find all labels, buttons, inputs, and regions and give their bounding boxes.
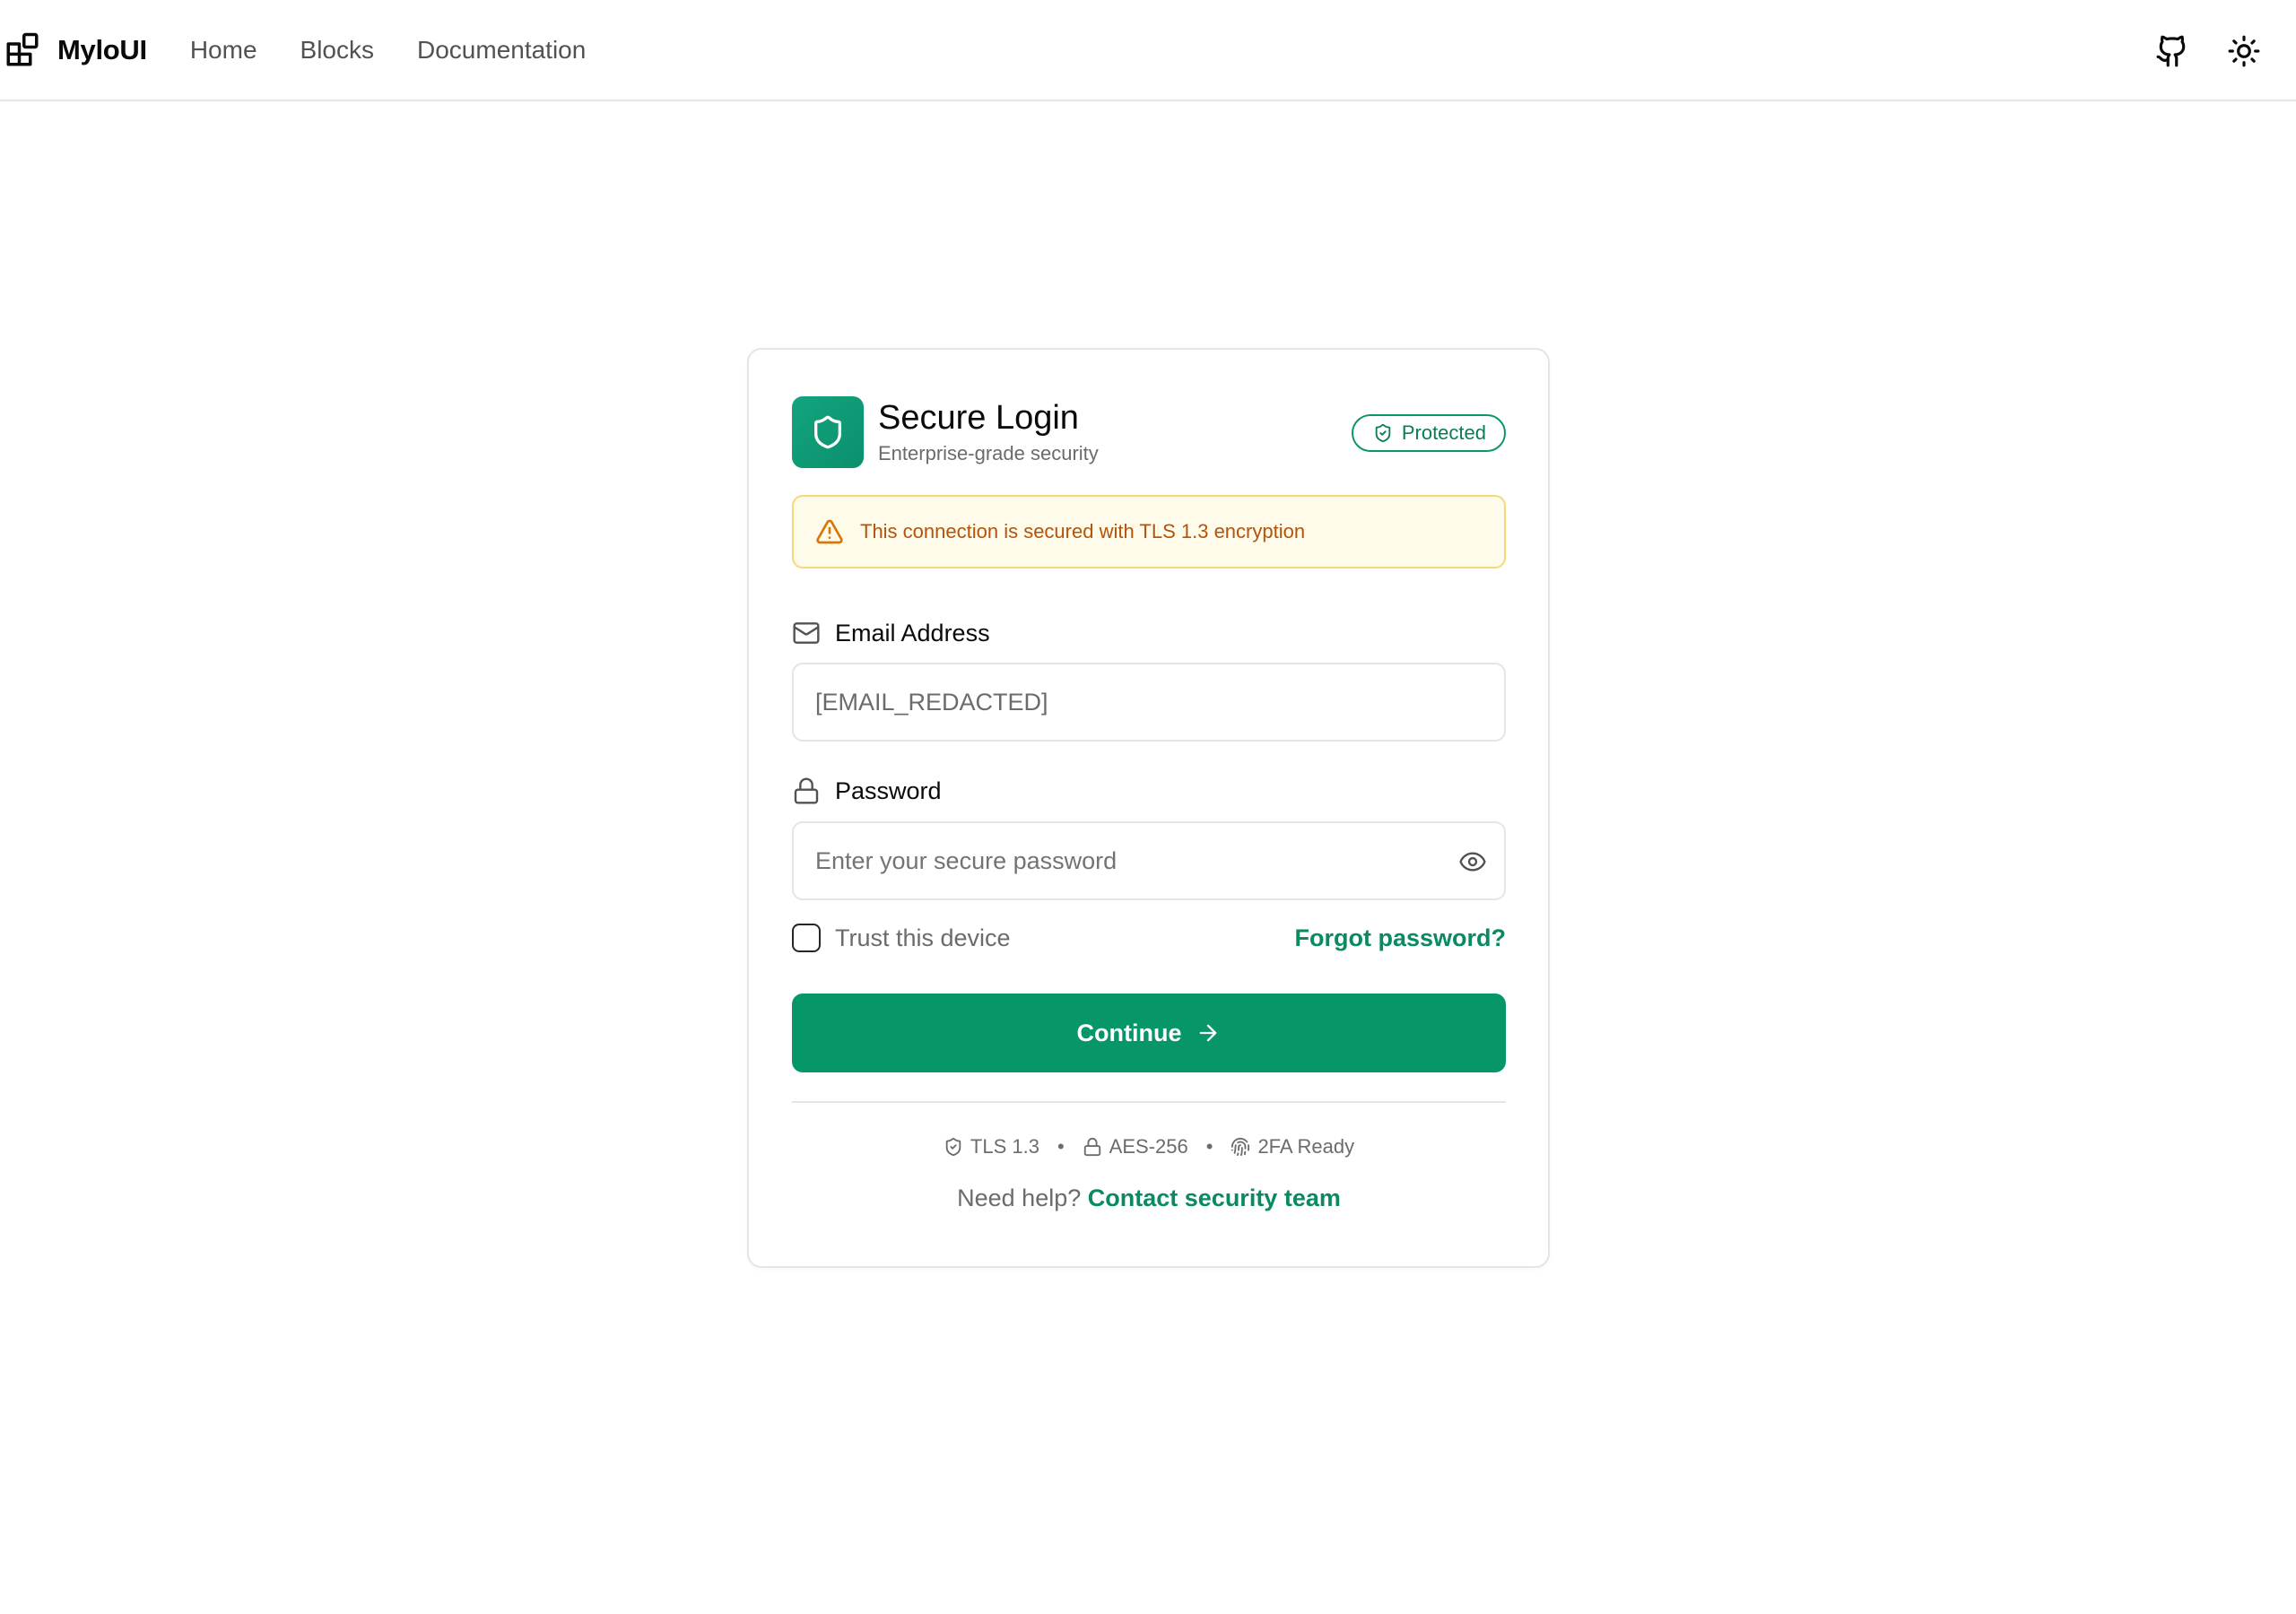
security-features: TLS 1.3 • AES-256 • 2FA Ready: [792, 1132, 1506, 1162]
card-subtitle: Enterprise-grade security: [878, 442, 1099, 464]
shield-check-icon: [1375, 423, 1391, 443]
forgot-password-link[interactable]: Forgot password?: [1295, 922, 1507, 954]
eye-icon: [1459, 852, 1486, 872]
password-field[interactable]: [792, 821, 1506, 900]
continue-button[interactable]: Continue: [792, 994, 1506, 1072]
blocks-logo-icon: [6, 32, 39, 65]
lock-icon: [794, 777, 819, 804]
header-actions: [2152, 0, 2296, 101]
security-feature-tls: TLS 1.3: [944, 1135, 1039, 1158]
separator-dot: •: [1057, 1135, 1065, 1158]
separator-dot: •: [1205, 1135, 1213, 1158]
main-nav: Home Blocks Documentation: [190, 36, 630, 65]
sun-icon: [2228, 35, 2260, 66]
divider: [792, 1101, 1506, 1103]
card-header: Secure Login Enterprise-grade security P…: [792, 396, 1506, 470]
contact-security-link[interactable]: Contact security team: [1088, 1184, 1341, 1211]
fingerprint-icon: [1231, 1137, 1250, 1157]
continue-label: Continue: [1076, 1019, 1182, 1046]
security-feature-label: TLS 1.3: [970, 1135, 1039, 1158]
brand-name: MyloUI: [57, 33, 147, 65]
email-field[interactable]: [792, 663, 1506, 742]
shield-check-icon: [945, 1137, 961, 1157]
theme-toggle-button[interactable]: [2224, 31, 2264, 71]
nav-home[interactable]: Home: [190, 36, 257, 65]
warning-icon: [816, 519, 843, 544]
security-feature-2fa: 2FA Ready: [1231, 1135, 1354, 1158]
alert-text: This connection is secured with TLS 1.3 …: [860, 520, 1306, 542]
password-label-text: Password: [835, 777, 942, 804]
security-feature-aes: AES-256: [1083, 1135, 1188, 1158]
toggle-password-visibility[interactable]: [1457, 848, 1488, 875]
mail-icon: [793, 622, 820, 644]
trust-device-checkbox[interactable]: [792, 924, 821, 952]
help-text: Need help?: [957, 1184, 1082, 1211]
badge-label: Protected: [1401, 421, 1486, 444]
help-line: Need help? Contact security team: [792, 1180, 1506, 1216]
nav-blocks[interactable]: Blocks: [300, 36, 374, 65]
security-feature-label: 2FA Ready: [1257, 1135, 1355, 1158]
login-options: Trust this device Forgot password?: [792, 918, 1506, 956]
arrow-right-icon: [1200, 1024, 1217, 1042]
nav-documentation[interactable]: Documentation: [417, 36, 586, 65]
trust-device-label[interactable]: Trust this device: [835, 922, 1011, 954]
security-feature-label: AES-256: [1109, 1135, 1188, 1158]
shield-icon: [814, 415, 841, 449]
password-label: Password: [792, 773, 942, 809]
shield-logo: [792, 396, 864, 468]
lock-icon: [1083, 1137, 1100, 1157]
protected-badge: Protected: [1351, 414, 1506, 452]
brand[interactable]: MyloUI: [4, 31, 147, 69]
login-card: Secure Login Enterprise-grade security P…: [747, 348, 1550, 1268]
security-alert: This connection is secured with TLS 1.3 …: [792, 495, 1506, 568]
email-label: Email Address: [792, 615, 990, 651]
github-icon: [2156, 35, 2186, 66]
top-navbar: MyloUI Home Blocks Documentation: [0, 0, 2296, 101]
email-label-text: Email Address: [835, 619, 990, 646]
card-title: Secure Login: [878, 399, 1079, 437]
github-button[interactable]: [2152, 31, 2192, 71]
